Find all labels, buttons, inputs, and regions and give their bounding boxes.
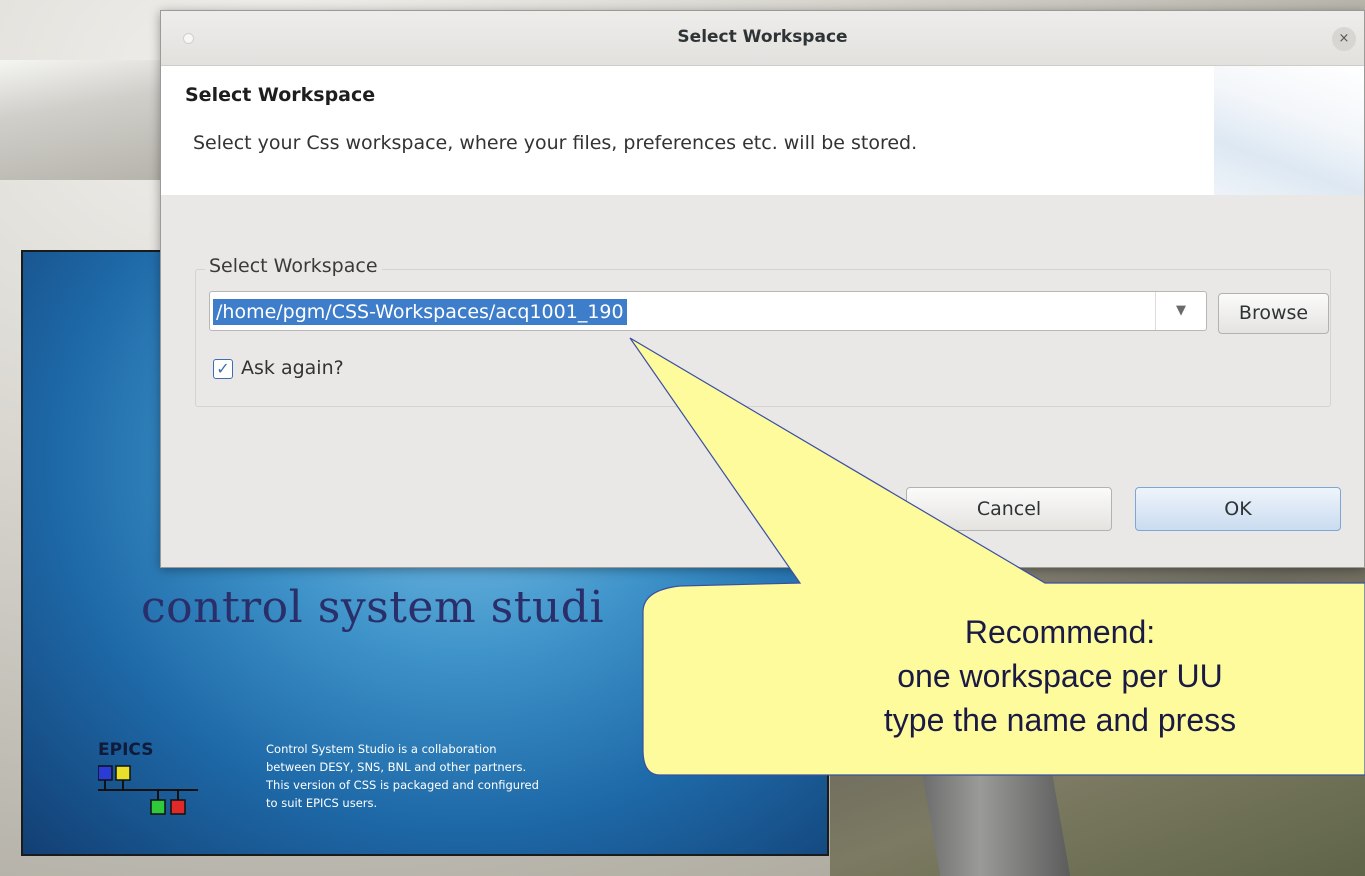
callout-line: Recommend: bbox=[964, 614, 1156, 650]
callout-line: one workspace per UU bbox=[897, 658, 1223, 694]
callout-text: Recommend: one workspace per UU type the… bbox=[700, 610, 1365, 742]
callout-bubble bbox=[629, 337, 1365, 776]
callout-line: type the name and press bbox=[883, 702, 1237, 738]
